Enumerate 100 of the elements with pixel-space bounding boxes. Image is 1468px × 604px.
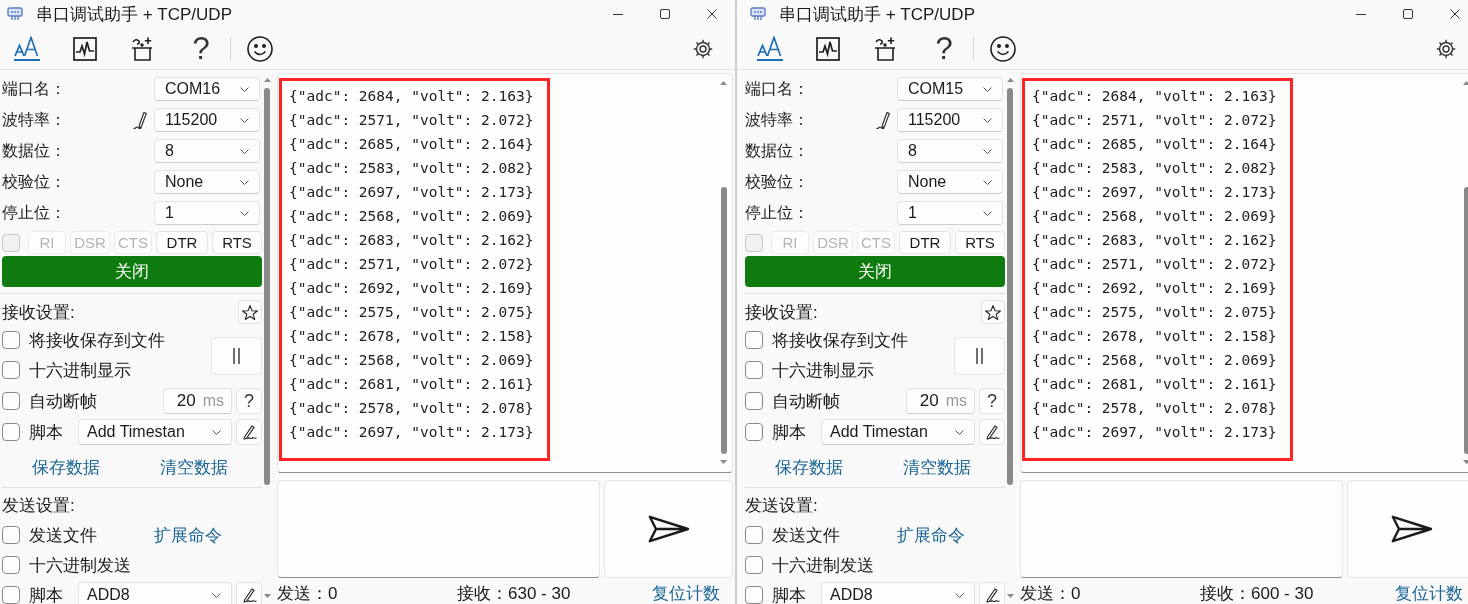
scrollbar-thumb[interactable] — [264, 88, 270, 485]
checkbox[interactable] — [745, 423, 763, 441]
help-button[interactable]: ? — [236, 388, 262, 414]
pen-icon[interactable] — [133, 110, 147, 130]
checkbox-label[interactable]: 发送文件 — [29, 523, 154, 547]
dropdown[interactable]: 8 — [897, 139, 1003, 163]
reset-count-link[interactable]: 复位计数 — [1395, 581, 1463, 604]
checkbox-label[interactable]: 将接收保存到文件 — [29, 328, 165, 352]
help-button[interactable]: ? — [179, 30, 223, 67]
dropdown[interactable]: Add Timestan — [821, 419, 975, 445]
timeout-input[interactable]: 20 ms — [163, 388, 232, 414]
checkbox-label[interactable]: 发送文件 — [772, 523, 897, 547]
timeout-input[interactable]: 20 ms — [906, 388, 975, 414]
favorite-button[interactable] — [238, 300, 262, 324]
checkbox[interactable] — [2, 331, 20, 349]
clear-data-link[interactable]: 清空数据 — [160, 456, 228, 479]
chevron-down-icon — [240, 117, 249, 123]
reset-count-link[interactable]: 复位计数 — [652, 581, 720, 604]
pause-button[interactable] — [954, 336, 1005, 375]
extended-commands-link[interactable]: 扩展命令 — [154, 523, 222, 547]
sent-count: 发送：0 — [1020, 582, 1082, 604]
send-input-field[interactable] — [277, 480, 600, 578]
checkbox-label[interactable]: 脚本 — [772, 583, 806, 604]
field-label: 校验位： — [2, 171, 67, 192]
dropdown[interactable]: 1 — [897, 201, 1003, 225]
checkbox-label[interactable]: 脚本 — [29, 420, 63, 444]
checkbox-label[interactable]: 十六进制发送 — [29, 553, 131, 577]
app-icon — [7, 7, 23, 21]
maximize-icon — [659, 9, 670, 19]
received-line: {"adc": 2583, "volt": 2.082} — [1032, 159, 1277, 178]
edit-script-button[interactable] — [236, 419, 262, 445]
checkbox[interactable] — [2, 586, 20, 604]
pen-icon[interactable] — [876, 110, 890, 130]
minimize-icon — [612, 13, 623, 15]
checkbox-label[interactable]: 脚本 — [29, 583, 63, 604]
receive-text-area[interactable] — [1020, 73, 1468, 473]
chart-icon — [73, 36, 97, 61]
dropdown[interactable]: COM15 — [897, 77, 1003, 101]
maximize-icon — [1402, 9, 1413, 19]
checkbox[interactable] — [2, 423, 20, 441]
clear-data-link[interactable]: 清空数据 — [903, 456, 971, 479]
edit-script-button[interactable] — [979, 582, 1005, 604]
dropdown[interactable]: None — [897, 170, 1003, 194]
checkbox-label[interactable]: 脚本 — [772, 420, 806, 444]
close-port-button[interactable]: 关闭 — [2, 256, 262, 287]
checkbox[interactable] — [2, 526, 20, 544]
help-button[interactable]: ? — [979, 388, 1005, 414]
checkbox[interactable] — [745, 556, 763, 574]
dropdown[interactable]: COM16 — [154, 77, 260, 101]
pause-button[interactable] — [211, 336, 262, 375]
scrollbar-thumb[interactable] — [720, 187, 727, 454]
pen-icon — [984, 587, 1000, 603]
favorite-button[interactable] — [981, 300, 1005, 324]
dropdown[interactable]: ADD8 — [821, 582, 975, 604]
send-input-field[interactable] — [1020, 480, 1343, 578]
dropdown[interactable]: 115200 — [154, 108, 260, 132]
save-data-link[interactable]: 保存数据 — [775, 456, 843, 479]
checkbox[interactable] — [2, 556, 20, 574]
checkbox[interactable] — [745, 331, 763, 349]
checkbox-label[interactable]: 十六进制显示 — [772, 358, 874, 382]
scrollbar-thumb[interactable] — [1007, 88, 1013, 485]
settings-icon — [693, 38, 713, 59]
help-button[interactable]: ? — [922, 30, 966, 67]
star-icon — [242, 304, 258, 320]
checkbox[interactable] — [2, 361, 20, 379]
chevron-down-icon — [983, 179, 992, 185]
send-icon — [647, 515, 690, 543]
extended-commands-link[interactable]: 扩展命令 — [897, 523, 965, 547]
received-line: {"adc": 2578, "volt": 2.078} — [1032, 399, 1277, 418]
scrollbar-thumb[interactable] — [1463, 187, 1468, 454]
send-icon — [1390, 515, 1433, 543]
star-icon — [985, 304, 1001, 320]
checkbox-label[interactable]: 自动断帧 — [29, 389, 97, 413]
checkbox-label[interactable]: 十六进制发送 — [772, 553, 874, 577]
dropdown[interactable]: 8 — [154, 139, 260, 163]
checkbox[interactable] — [2, 392, 20, 410]
checkbox[interactable] — [745, 586, 763, 604]
received-line: {"adc": 2683, "volt": 2.162} — [1032, 231, 1277, 250]
edit-script-button[interactable] — [979, 419, 1005, 445]
send-button[interactable] — [604, 480, 733, 578]
dropdown[interactable]: 115200 — [897, 108, 1003, 132]
dropdown[interactable]: 1 — [154, 201, 260, 225]
checkbox-label[interactable]: 将接收保存到文件 — [772, 328, 908, 352]
field-label: 停止位： — [745, 202, 810, 223]
edit-script-button[interactable] — [236, 582, 262, 604]
checkbox[interactable] — [745, 361, 763, 379]
chevron-down-icon — [983, 117, 992, 123]
checkbox-label[interactable]: 自动断帧 — [772, 389, 840, 413]
receive-text-area[interactable] — [277, 73, 733, 473]
close-port-button[interactable]: 关闭 — [745, 256, 1005, 287]
checkbox[interactable] — [745, 526, 763, 544]
save-data-link[interactable]: 保存数据 — [32, 456, 100, 479]
chevron-down-icon — [212, 592, 221, 598]
dropdown[interactable]: ADD8 — [78, 582, 232, 604]
checkbox-label[interactable]: 十六进制显示 — [29, 358, 131, 382]
dropdown[interactable]: None — [154, 170, 260, 194]
dropdown[interactable]: Add Timestan — [78, 419, 232, 445]
close-icon — [706, 9, 717, 19]
checkbox[interactable] — [745, 392, 763, 410]
send-button[interactable] — [1347, 480, 1468, 578]
